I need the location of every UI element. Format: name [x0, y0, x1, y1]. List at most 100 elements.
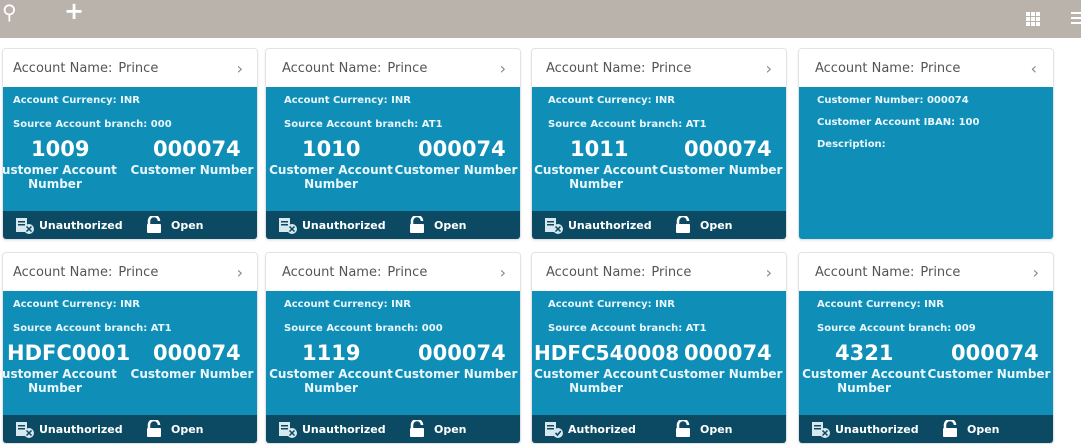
account-card[interactable]: Account Name: Prince › Account Currency: …	[531, 48, 787, 240]
account-card-details[interactable]: Account Name: Prince ‹ Customer Number: 0…	[798, 48, 1054, 240]
customer-number-caption: Customer Number	[394, 163, 518, 177]
card-footer: Unauthorized Open	[3, 211, 257, 239]
record-status: Open	[171, 423, 204, 436]
customer-number-value: 000074	[418, 341, 506, 365]
account-currency-value: INR	[391, 299, 411, 310]
record-status: Open	[967, 423, 1000, 436]
source-branch-value: 000	[150, 119, 172, 130]
record-status: Open	[171, 219, 204, 232]
card-body: Account Currency: INR Source Account bra…	[266, 87, 520, 211]
card-body: Customer Number: 000074 Customer Account…	[799, 87, 1053, 239]
unauthorized-icon	[16, 422, 34, 438]
customer-account-number-value: HDFC540008	[534, 341, 680, 365]
search-icon[interactable]: ⚲	[2, 2, 17, 22]
record-status: Open	[700, 423, 733, 436]
unauthorized-icon	[812, 422, 830, 438]
customer-number-caption: Customer Number	[927, 367, 1051, 381]
top-toolbar: ⚲ +	[0, 0, 1081, 38]
grid-view-icon[interactable]	[1026, 12, 1040, 26]
account-currency-value: INR	[120, 299, 140, 310]
account-card[interactable]: Account Name: Prince › Account Currency: …	[798, 252, 1054, 444]
source-branch-value: 000	[421, 323, 443, 334]
card-body: Account Currency: INR Source Account bra…	[532, 87, 786, 211]
account-currency-label: Account Currency:	[284, 299, 388, 310]
account-name-label: Account Name:	[815, 61, 915, 76]
customer-account-number-caption: Customer Account Number	[534, 163, 658, 191]
record-status: Open	[434, 423, 467, 436]
chevron-right-icon[interactable]: ›	[237, 59, 243, 78]
account-card[interactable]: Account Name: Prince › Account Currency: …	[265, 252, 521, 444]
customer-number-value: 000074	[684, 137, 772, 161]
authorization-status: Unauthorized	[302, 219, 386, 232]
record-status: Open	[434, 219, 467, 232]
description-label: Description:	[817, 139, 886, 150]
account-name-value: Prince	[387, 265, 428, 280]
card-body: Account Currency: INR Source Account bra…	[532, 291, 786, 415]
card-body: Account Currency: INR Source Account bra…	[799, 291, 1053, 415]
unauthorized-icon	[16, 218, 34, 234]
card-header: Account Name: Prince ‹	[799, 49, 1053, 87]
authorization-status: Unauthorized	[568, 219, 652, 232]
account-card[interactable]: Account Name: Prince › Account Currency: …	[531, 252, 787, 444]
customer-account-number-caption: Customer Account Number	[3, 163, 117, 191]
padlock-open-icon	[147, 216, 161, 233]
card-header: Account Name: Prince ›	[3, 49, 257, 87]
chevron-right-icon[interactable]: ›	[500, 59, 506, 78]
card-header: Account Name: Prince ›	[532, 49, 786, 87]
customer-account-number-value: 1009	[31, 137, 90, 161]
customer-account-number-caption: Customer Account Number	[269, 367, 393, 395]
account-name-value: Prince	[118, 265, 159, 280]
account-card[interactable]: Account Name: Prince › Account Currency: …	[2, 252, 258, 444]
customer-number-value: 000074	[926, 95, 969, 106]
padlock-open-icon	[147, 420, 161, 437]
account-name-value: Prince	[920, 61, 961, 76]
unauthorized-icon	[279, 422, 297, 438]
card-header: Account Name: Prince ›	[3, 253, 257, 291]
authorization-status: Authorized	[568, 423, 636, 436]
chevron-right-icon[interactable]: ›	[500, 263, 506, 282]
customer-number-label: Customer Number:	[817, 95, 924, 106]
account-card[interactable]: Account Name: Prince › Account Currency: …	[2, 48, 258, 240]
account-currency-label: Account Currency:	[548, 95, 652, 106]
account-currency-value: INR	[655, 299, 675, 310]
source-branch-label: Source Account branch:	[13, 323, 148, 334]
customer-account-number-value: 1011	[570, 137, 629, 161]
account-name-label: Account Name:	[282, 265, 382, 280]
customer-number-caption: Customer Number	[659, 163, 783, 177]
menu-icon[interactable]	[1071, 12, 1081, 24]
customer-number-caption: Customer Number	[130, 163, 254, 177]
customer-account-number-caption: Customer Account Number	[269, 163, 393, 191]
account-name-value: Prince	[651, 61, 692, 76]
source-branch-label: Source Account branch:	[284, 119, 419, 130]
account-name-label: Account Name:	[815, 265, 915, 280]
card-body: Account Currency: INR Source Account bra…	[3, 87, 257, 211]
account-card[interactable]: Account Name: Prince › Account Currency: …	[265, 48, 521, 240]
card-header: Account Name: Prince ›	[266, 49, 520, 87]
account-currency-label: Account Currency:	[13, 299, 117, 310]
add-icon[interactable]: +	[64, 0, 84, 23]
chevron-right-icon[interactable]: ›	[1033, 263, 1039, 282]
card-body: Account Currency: INR Source Account bra…	[3, 291, 257, 415]
chevron-right-icon[interactable]: ›	[237, 263, 243, 282]
source-branch-value: AT1	[421, 119, 443, 130]
card-header: Account Name: Prince ›	[532, 253, 786, 291]
authorization-status: Unauthorized	[835, 423, 919, 436]
chevron-right-icon[interactable]: ›	[766, 263, 772, 282]
chevron-right-icon[interactable]: ›	[766, 59, 772, 78]
source-branch-value: 009	[954, 323, 976, 334]
chevron-left-icon[interactable]: ‹	[1031, 59, 1037, 78]
customer-number-caption: Customer Number	[394, 367, 518, 381]
customer-number-value: 000074	[951, 341, 1039, 365]
account-name-value: Prince	[920, 265, 961, 280]
customer-account-iban-value: 100	[958, 117, 980, 128]
customer-account-number-caption: Customer Account Number	[534, 367, 658, 395]
account-name-label: Account Name:	[282, 61, 382, 76]
account-currency-value: INR	[120, 95, 140, 106]
account-currency-label: Account Currency:	[13, 95, 117, 106]
customer-account-number-caption: Customer Account Number	[802, 367, 926, 395]
customer-number-caption: Customer Number	[130, 367, 254, 381]
record-status: Open	[700, 219, 733, 232]
customer-account-number-value: 4321	[835, 341, 894, 365]
account-currency-value: INR	[655, 95, 675, 106]
source-branch-label: Source Account branch:	[817, 323, 952, 334]
